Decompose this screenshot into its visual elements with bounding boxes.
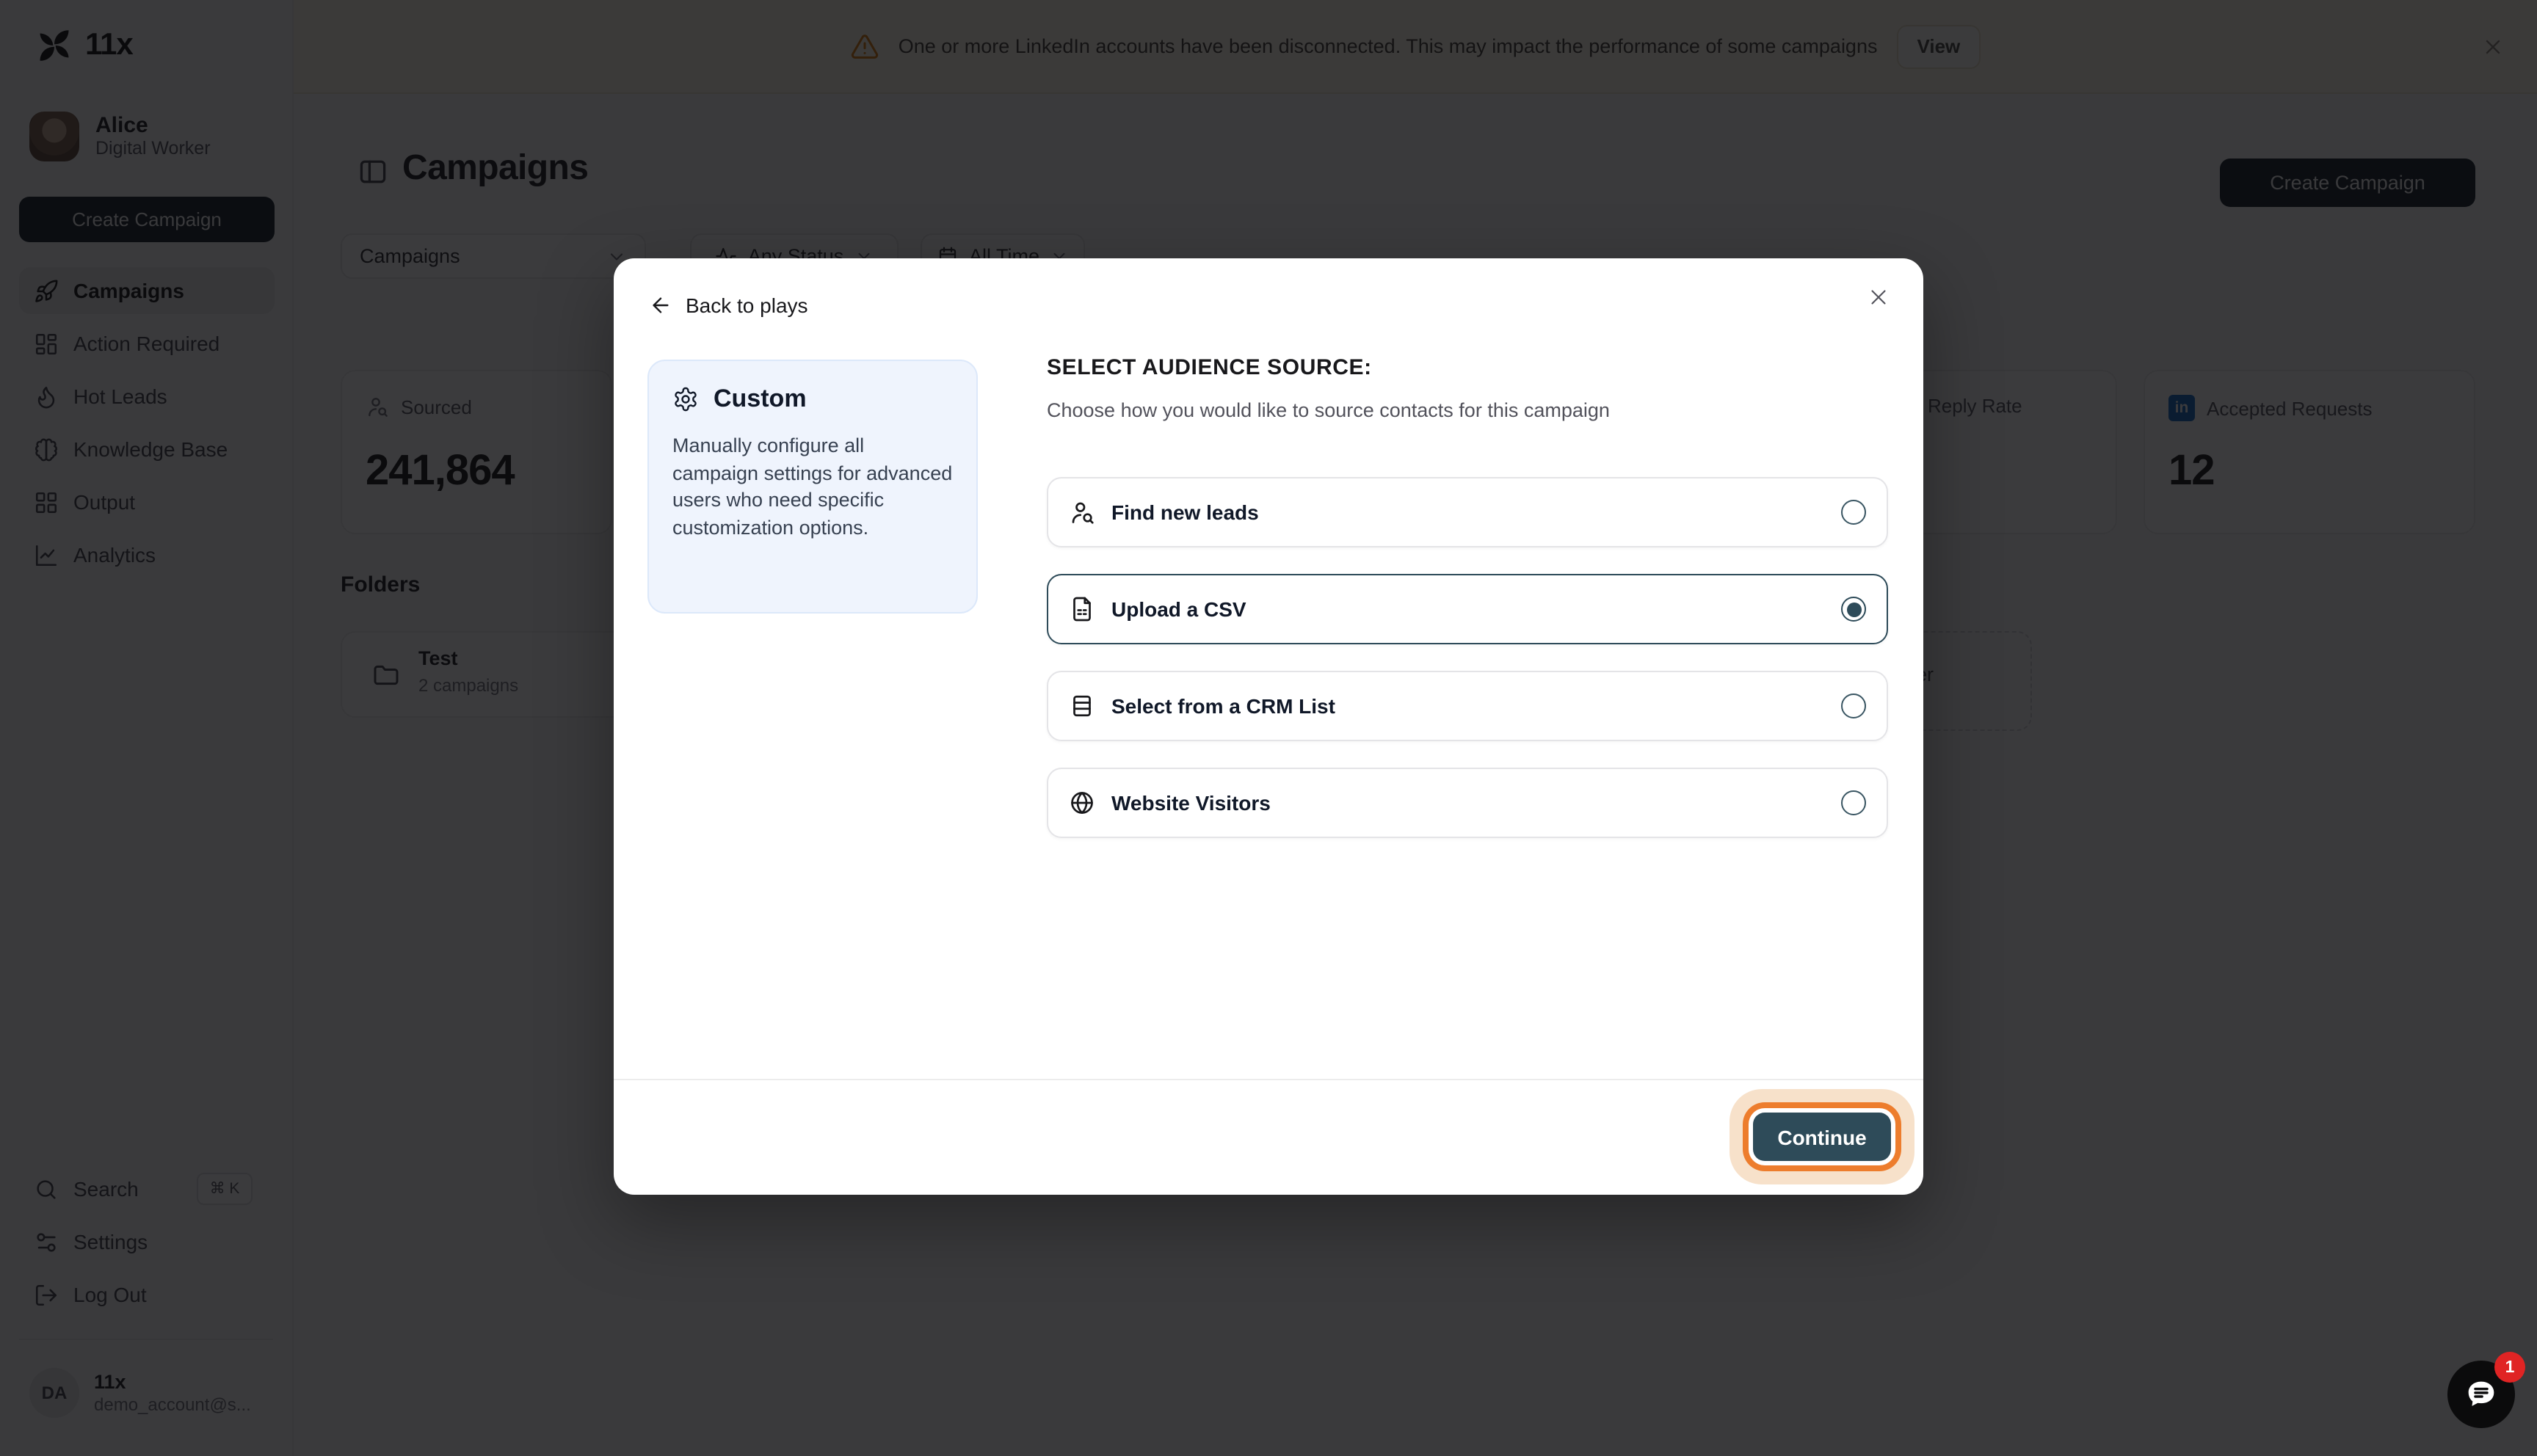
play-title: Custom <box>714 385 807 414</box>
back-to-plays-button[interactable]: Back to plays <box>649 294 808 317</box>
selected-play-card: Custom Manually configure all campaign s… <box>647 360 978 614</box>
dialog-heading: SELECT AUDIENCE SOURCE: <box>1047 355 1372 380</box>
file-csv-icon <box>1069 596 1095 622</box>
app-window: 11x Alice Digital Worker Create Campaign… <box>0 0 2537 1456</box>
crm-list-icon <box>1069 693 1095 719</box>
option-website-visitors[interactable]: Website Visitors <box>1047 768 1888 838</box>
continue-button[interactable]: Continue <box>1753 1113 1891 1161</box>
option-label: Website Visitors <box>1111 791 1271 815</box>
radio-button[interactable] <box>1841 790 1866 815</box>
chat-bubble-icon <box>2462 1375 2500 1413</box>
back-to-plays-label: Back to plays <box>686 294 808 317</box>
radio-button[interactable] <box>1841 694 1866 718</box>
option-crm-list[interactable]: Select from a CRM List <box>1047 671 1888 741</box>
option-label: Find new leads <box>1111 500 1259 524</box>
option-find-new-leads[interactable]: Find new leads <box>1047 477 1888 547</box>
option-upload-csv[interactable]: Upload a CSV <box>1047 574 1888 644</box>
dialog-subheading: Choose how you would like to source cont… <box>1047 399 1610 421</box>
footer-divider <box>614 1079 1923 1080</box>
audience-source-dialog: Back to plays Custom Manually configure … <box>614 258 1923 1195</box>
chat-unread-badge: 1 <box>2494 1352 2525 1383</box>
close-icon[interactable] <box>1866 285 1891 310</box>
radio-button[interactable] <box>1841 500 1866 525</box>
option-label: Select from a CRM List <box>1111 694 1335 718</box>
play-description: Manually configure all campaign settings… <box>672 433 953 542</box>
user-search-icon <box>1069 499 1095 525</box>
option-label: Upload a CSV <box>1111 597 1246 621</box>
radio-button[interactable] <box>1841 597 1866 622</box>
gear-icon <box>672 386 699 412</box>
arrow-left-icon <box>649 294 672 317</box>
globe-icon <box>1069 790 1095 816</box>
